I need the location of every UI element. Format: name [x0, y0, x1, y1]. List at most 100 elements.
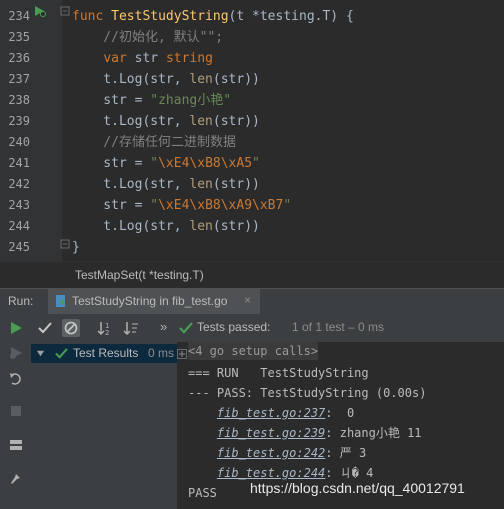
editor-gutter: 234 235 236 237 238 239 240 241 242 243 244 245	[0, 0, 62, 261]
source-link[interactable]: fib_test.go:244	[217, 466, 325, 480]
rerun-icon[interactable]	[9, 321, 23, 335]
code-line[interactable]: t.Log(str, len(str))	[72, 174, 260, 195]
line-number[interactable]: 237	[0, 69, 30, 90]
run-left-toolbar	[0, 314, 32, 509]
line-number[interactable]: 240	[0, 132, 30, 153]
code-line[interactable]: str = "\xE4\xB8\xA9\xB7"	[72, 195, 291, 216]
test-results-tree[interactable]: Test Results 0 ms	[31, 342, 178, 509]
fold-icon[interactable]	[60, 6, 70, 16]
line-number[interactable]: 243	[0, 195, 30, 216]
layout-icon[interactable]	[9, 438, 23, 452]
stop-icon[interactable]	[9, 404, 23, 418]
code-token: t.Log(str,	[72, 72, 190, 87]
console-line: === RUN TestStudyString	[188, 366, 369, 380]
code-line[interactable]: t.Log(str, len(str))	[72, 216, 260, 237]
code-line[interactable]: str = "zhang小艳"	[72, 90, 231, 111]
code-token: t.Log(str,	[72, 114, 190, 129]
log-value: : 0	[325, 406, 355, 420]
line-number[interactable]: 235	[0, 27, 30, 48]
show-passed-icon[interactable]	[37, 320, 53, 336]
tests-passed-label: Tests passed:	[197, 320, 271, 334]
code-token: str	[134, 51, 166, 66]
code-token: TestStudyString	[111, 9, 229, 24]
code-token: (str))	[212, 114, 260, 129]
chevron-down-icon[interactable]	[36, 349, 45, 358]
code-token: str =	[72, 93, 151, 108]
line-number[interactable]: 244	[0, 216, 30, 237]
log-value: : ㄐ� 4	[325, 466, 374, 480]
source-link[interactable]: fib_test.go:242	[217, 446, 325, 460]
code-line[interactable]: t.Log(str, len(str))	[72, 69, 260, 90]
console-setup-calls[interactable]: <4 go setup calls>	[188, 342, 319, 360]
code-token: //存储任何二进制数据	[72, 135, 236, 150]
console-line: fib_test.go:237: 0	[188, 403, 354, 423]
code-token: len	[189, 114, 213, 129]
code-line[interactable]: t.Log(str, len(str))	[72, 111, 260, 132]
code-line[interactable]: }	[72, 237, 80, 258]
code-token: (str))	[212, 177, 260, 192]
console-line: --- PASS: TestStudyString (0.00s)	[188, 386, 427, 400]
run-tab-title: TestStudyString in fib_test.go	[72, 294, 228, 308]
run-tool-window-header: Run: TestStudyString in fib_test.go ×	[0, 288, 504, 314]
test-runner-toolbar: 12 » Tests passed: 1 of 1 test – 0 ms	[31, 314, 504, 343]
breadcrumb: TestMapSet(t *testing.T)	[0, 261, 504, 288]
breadcrumb-item[interactable]: TestMapSet(t *testing.T)	[75, 268, 204, 282]
watermark: https://blog.csdn.net/qq_40012791	[250, 480, 465, 496]
tree-root-time: 0 ms	[148, 346, 175, 360]
code-line[interactable]: func TestStudyString(t *testing.T) {	[72, 6, 354, 27]
line-number[interactable]: 234	[0, 6, 30, 27]
code-token: len	[189, 72, 213, 87]
code-token: \xE4\xB8\xA9\xB7	[158, 198, 284, 213]
more-actions-icon[interactable]: »	[160, 319, 167, 334]
run-test-gutter-icon[interactable]	[34, 5, 46, 17]
code-token: t.Log(str,	[72, 219, 190, 234]
code-token: string	[165, 51, 213, 66]
sort-alpha-icon[interactable]: 12	[97, 320, 113, 336]
code-line[interactable]: var str string	[72, 48, 213, 69]
code-editor[interactable]: 234 235 236 237 238 239 240 241 242 243 244 245 fun…	[0, 0, 504, 261]
svg-text:2: 2	[105, 329, 109, 336]
line-number[interactable]: 239	[0, 111, 30, 132]
tree-root-label: Test Results	[73, 346, 139, 360]
toggle-auto-test-icon[interactable]	[9, 372, 23, 386]
code-token: str =	[72, 198, 151, 213]
source-link[interactable]: fib_test.go:237	[217, 406, 325, 420]
sort-duration-icon[interactable]	[123, 320, 139, 336]
console-line: fib_test.go:239: zhang小艳 11	[188, 423, 422, 443]
line-number[interactable]: 238	[0, 90, 30, 111]
code-token: (t *testing.T) {	[228, 9, 354, 24]
tree-row-test-results[interactable]: Test Results 0 ms	[31, 344, 177, 363]
run-config-tab[interactable]: TestStudyString in fib_test.go ×	[48, 289, 260, 314]
tests-passed-detail: 1 of 1 test – 0 ms	[292, 320, 385, 334]
code-token: str =	[72, 156, 151, 171]
console-line: fib_test.go:242: 严 3	[188, 443, 366, 463]
code-line[interactable]: //初始化, 默认"";	[72, 27, 223, 48]
code-token: len	[189, 177, 213, 192]
code-token: "	[150, 156, 159, 171]
code-line[interactable]: //存储任何二进制数据	[72, 132, 236, 153]
code-token: func	[72, 9, 112, 24]
line-number[interactable]: 245	[0, 237, 30, 258]
code-line[interactable]: str = "\xE4\xB8\xA5"	[72, 153, 260, 174]
line-number[interactable]: 236	[0, 48, 30, 69]
code-token: var	[103, 51, 135, 66]
line-number[interactable]: 242	[0, 174, 30, 195]
rerun-failed-icon[interactable]	[9, 346, 23, 360]
expand-icon[interactable]	[177, 349, 187, 359]
code-token: "	[252, 156, 260, 171]
code-token: "zhang小艳"	[150, 93, 232, 108]
log-value: : 严 3	[325, 446, 367, 460]
source-link[interactable]: fib_test.go:239	[217, 426, 325, 440]
code-token: //初始化, 默认"";	[72, 30, 224, 45]
line-number[interactable]: 241	[0, 153, 30, 174]
console-line: PASS	[188, 486, 217, 500]
pin-icon[interactable]	[9, 471, 23, 485]
close-tab-icon[interactable]: ×	[244, 293, 251, 307]
show-ignored-icon[interactable]	[62, 319, 80, 337]
fold-icon[interactable]	[60, 239, 70, 249]
